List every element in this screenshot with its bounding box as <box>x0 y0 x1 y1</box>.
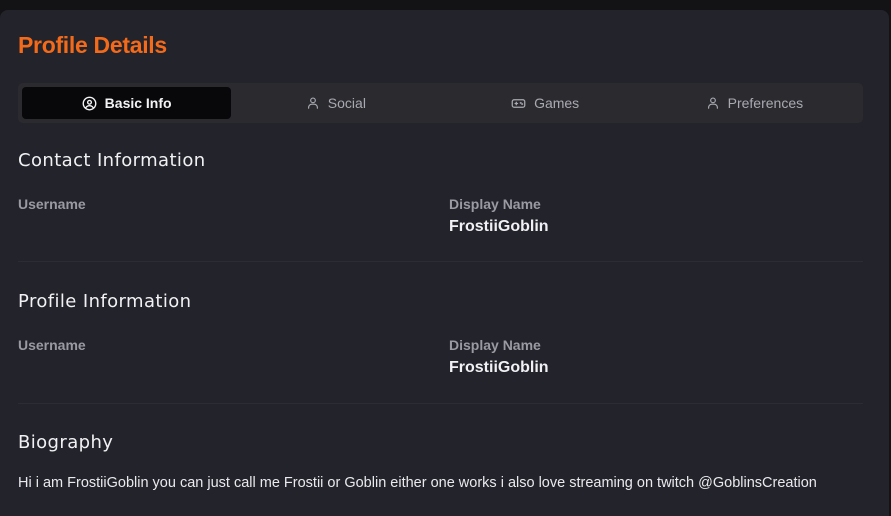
biography-heading: Biography <box>18 432 114 453</box>
tab-label: Preferences <box>727 95 804 111</box>
tab-basic-info[interactable]: Basic Info <box>22 87 232 119</box>
contact-username-label: Username <box>18 196 86 212</box>
section-divider <box>18 261 863 262</box>
profile-display-name-value: FrostiiGoblin <box>449 359 549 376</box>
section-divider <box>18 403 863 404</box>
profile-details-panel: Profile Details Basic Info Social Games … <box>0 10 889 516</box>
top-bar <box>0 0 891 10</box>
contact-information-heading: Contact Information <box>18 150 206 171</box>
contact-display-name-value: FrostiiGoblin <box>449 218 549 235</box>
tab-label: Basic Info <box>104 95 172 111</box>
tab-preferences[interactable]: Preferences <box>650 87 859 119</box>
tab-label: Games <box>534 95 580 111</box>
profile-tabs: Basic Info Social Games Preferences <box>18 83 863 123</box>
contact-display-name-label: Display Name <box>449 196 541 212</box>
profile-display-name-label: Display Name <box>449 337 541 353</box>
user-icon <box>306 96 320 110</box>
tab-label: Social <box>327 95 366 111</box>
profile-information-heading: Profile Information <box>18 291 192 312</box>
page-title: Profile Details <box>18 32 167 58</box>
tab-social[interactable]: Social <box>231 87 440 119</box>
biography-text: Hi i am FrostiiGoblin you can just call … <box>18 475 817 491</box>
profile-username-label: Username <box>18 337 86 353</box>
tab-games[interactable]: Games <box>441 87 650 119</box>
user-circle-icon <box>82 96 97 111</box>
gamepad-icon <box>511 96 526 111</box>
user-icon <box>706 96 720 110</box>
